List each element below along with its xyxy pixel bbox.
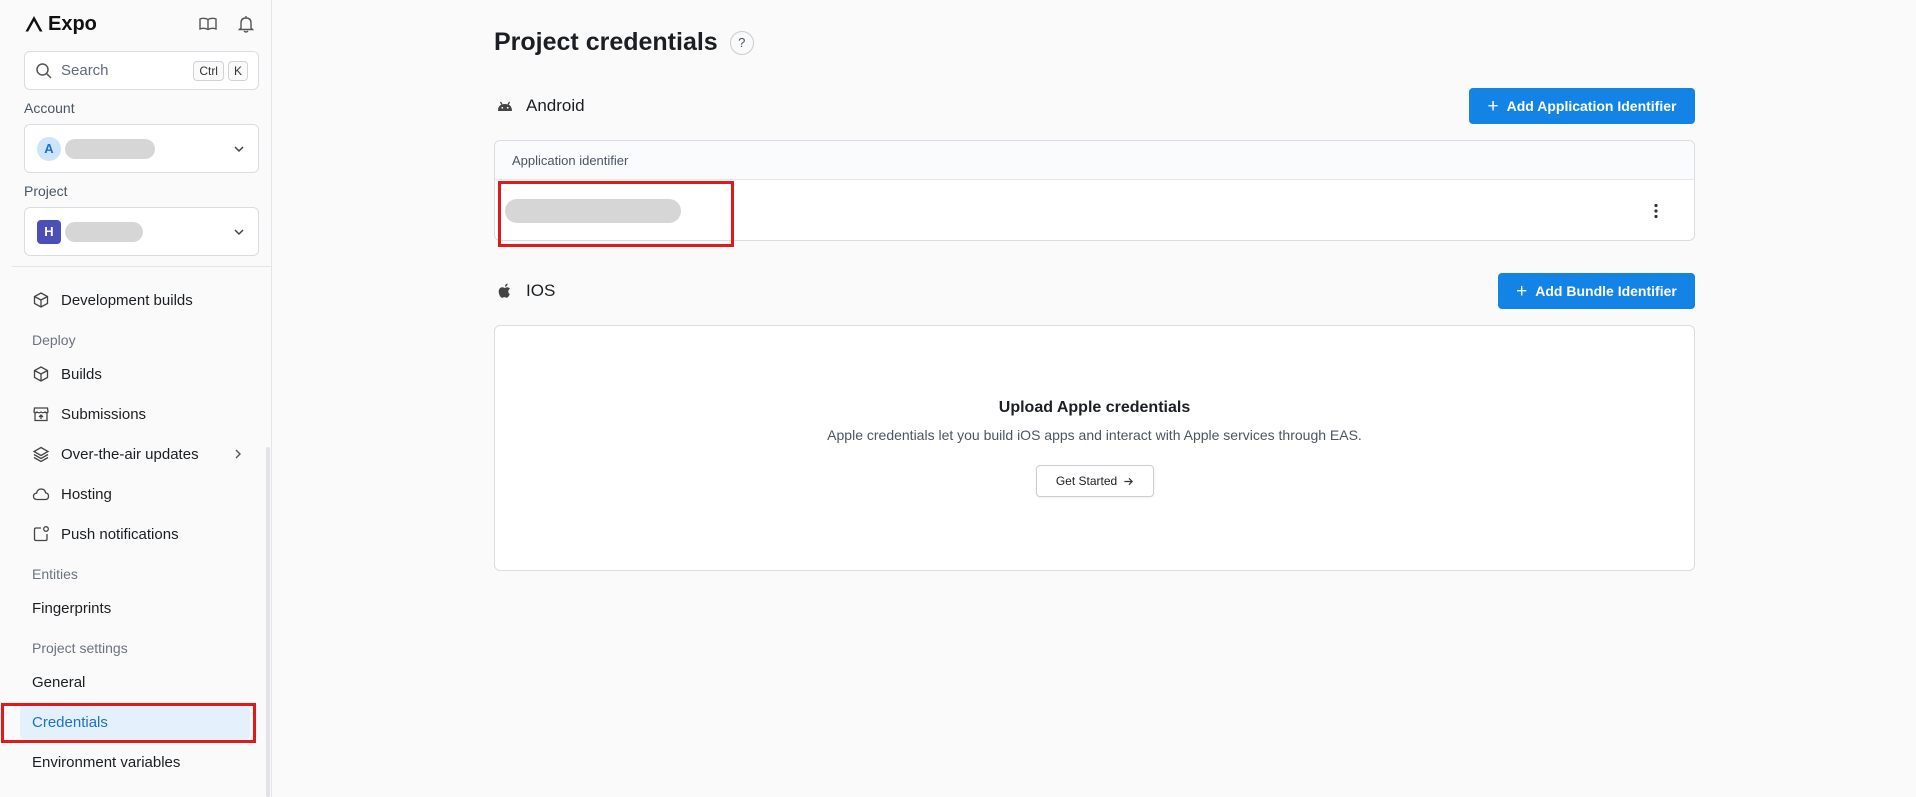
account-selector[interactable]: A <box>24 124 259 173</box>
cube-icon <box>33 366 49 382</box>
account-label: Account <box>24 100 75 116</box>
plus-icon: + <box>1487 95 1499 117</box>
sidebar-item-label: Environment variables <box>32 753 181 771</box>
more-vertical-icon <box>1654 203 1658 218</box>
project-name-redacted <box>65 221 143 242</box>
sidebar-item-label: General <box>32 673 86 691</box>
search-input[interactable]: Search Ctrl K <box>24 51 259 90</box>
empty-state-title: Upload Apple credentials <box>998 399 1191 416</box>
section-project-settings: Project settings <box>32 640 128 656</box>
get-started-button[interactable]: Get Started <box>1036 465 1154 497</box>
table-header: Application identifier <box>495 141 1694 180</box>
sidebar-item-label: Over-the-air updates <box>61 445 199 463</box>
expo-logo[interactable]: Expo <box>24 13 97 36</box>
layers-icon <box>32 446 50 463</box>
sidebar-item-label: Development builds <box>61 291 193 309</box>
sidebar-item-over-the-air-updates[interactable]: Over-the-air updates <box>20 437 250 471</box>
project-selector[interactable]: H <box>24 207 259 256</box>
sidebar-item-general[interactable]: General <box>20 665 250 699</box>
page-title-text: Project credentials <box>494 28 718 56</box>
empty-state-description: Apple credentials let you build iOS apps… <box>827 427 1362 443</box>
apple-credentials-empty-state: Upload Apple credentials Apple credentia… <box>494 325 1695 571</box>
project-label: Project <box>24 183 68 199</box>
notification-icon <box>33 526 49 542</box>
add-application-identifier-label: Add Application Identifier <box>1506 98 1677 114</box>
search-placeholder: Search <box>61 62 109 79</box>
cloud-icon <box>32 488 50 501</box>
sidebar-divider <box>12 266 271 267</box>
android-icon <box>498 101 512 111</box>
add-application-identifier-button[interactable]: + Add Application Identifier <box>1469 88 1695 124</box>
chevron-down-icon <box>234 145 244 152</box>
row-actions-button[interactable] <box>1646 201 1666 221</box>
store-icon <box>33 407 49 422</box>
android-section-header: Android <box>496 96 585 116</box>
sidebar-item-label: Hosting <box>61 485 112 503</box>
android-label: Android <box>526 96 585 115</box>
expo-logo-icon <box>25 16 43 32</box>
sidebar-item-environment-variables[interactable]: Environment variables <box>20 745 250 779</box>
cube-icon <box>33 292 49 308</box>
sidebar-item-fingerprints[interactable]: Fingerprints <box>20 591 250 625</box>
page-title: Project credentials ? <box>494 28 754 57</box>
add-bundle-identifier-button[interactable]: + Add Bundle Identifier <box>1498 273 1695 309</box>
add-bundle-identifier-label: Add Bundle Identifier <box>1535 283 1677 299</box>
sidebar-item-label: Submissions <box>61 405 147 423</box>
sidebar-item-push-notifications[interactable]: Push notifications <box>20 517 250 551</box>
chevron-down-icon <box>234 228 244 235</box>
sidebar-item-hosting[interactable]: Hosting <box>20 477 250 511</box>
sidebar: Expo Search Ctrl K Account A Project H D… <box>0 0 272 797</box>
section-entities: Entities <box>32 566 78 582</box>
ios-label: IOS <box>526 281 556 300</box>
plus-icon: + <box>1516 280 1528 302</box>
sidebar-item-submissions[interactable]: Submissions <box>20 397 250 431</box>
sidebar-item-development-builds[interactable]: Development builds <box>20 283 250 317</box>
highlight-box-application-identifier <box>498 181 734 247</box>
highlight-box-credentials <box>1 703 256 743</box>
ios-section-header: IOS <box>496 281 555 301</box>
sidebar-item-label: Fingerprints <box>32 599 112 617</box>
sidebar-item-label: Builds <box>61 365 102 383</box>
section-deploy: Deploy <box>32 332 76 348</box>
sidebar-item-builds[interactable]: Builds <box>20 357 250 391</box>
shortcut-key-k: K <box>227 60 248 81</box>
account-name-redacted <box>65 138 155 159</box>
bell-icon[interactable] <box>236 14 256 34</box>
sidebar-item-label: Push notifications <box>61 525 179 543</box>
shortcut-key-ctrl: Ctrl <box>193 60 224 81</box>
search-shortcut: Ctrl K <box>193 60 248 81</box>
app-name: Expo <box>48 12 97 35</box>
column-header-application-identifier: Application identifier <box>512 152 629 168</box>
get-started-label: Get Started <box>1055 474 1118 488</box>
search-icon <box>36 62 52 79</box>
account-avatar: A <box>37 136 61 161</box>
help-button[interactable]: ? <box>729 30 754 55</box>
docs-book-icon[interactable] <box>198 14 218 34</box>
chevron-right-icon <box>235 449 241 459</box>
project-avatar: H <box>37 219 61 244</box>
apple-icon <box>498 283 510 298</box>
sidebar-scrollbar[interactable] <box>266 447 270 797</box>
arrow-right-icon <box>1124 477 1134 485</box>
sidebar-header: Expo <box>24 12 256 36</box>
